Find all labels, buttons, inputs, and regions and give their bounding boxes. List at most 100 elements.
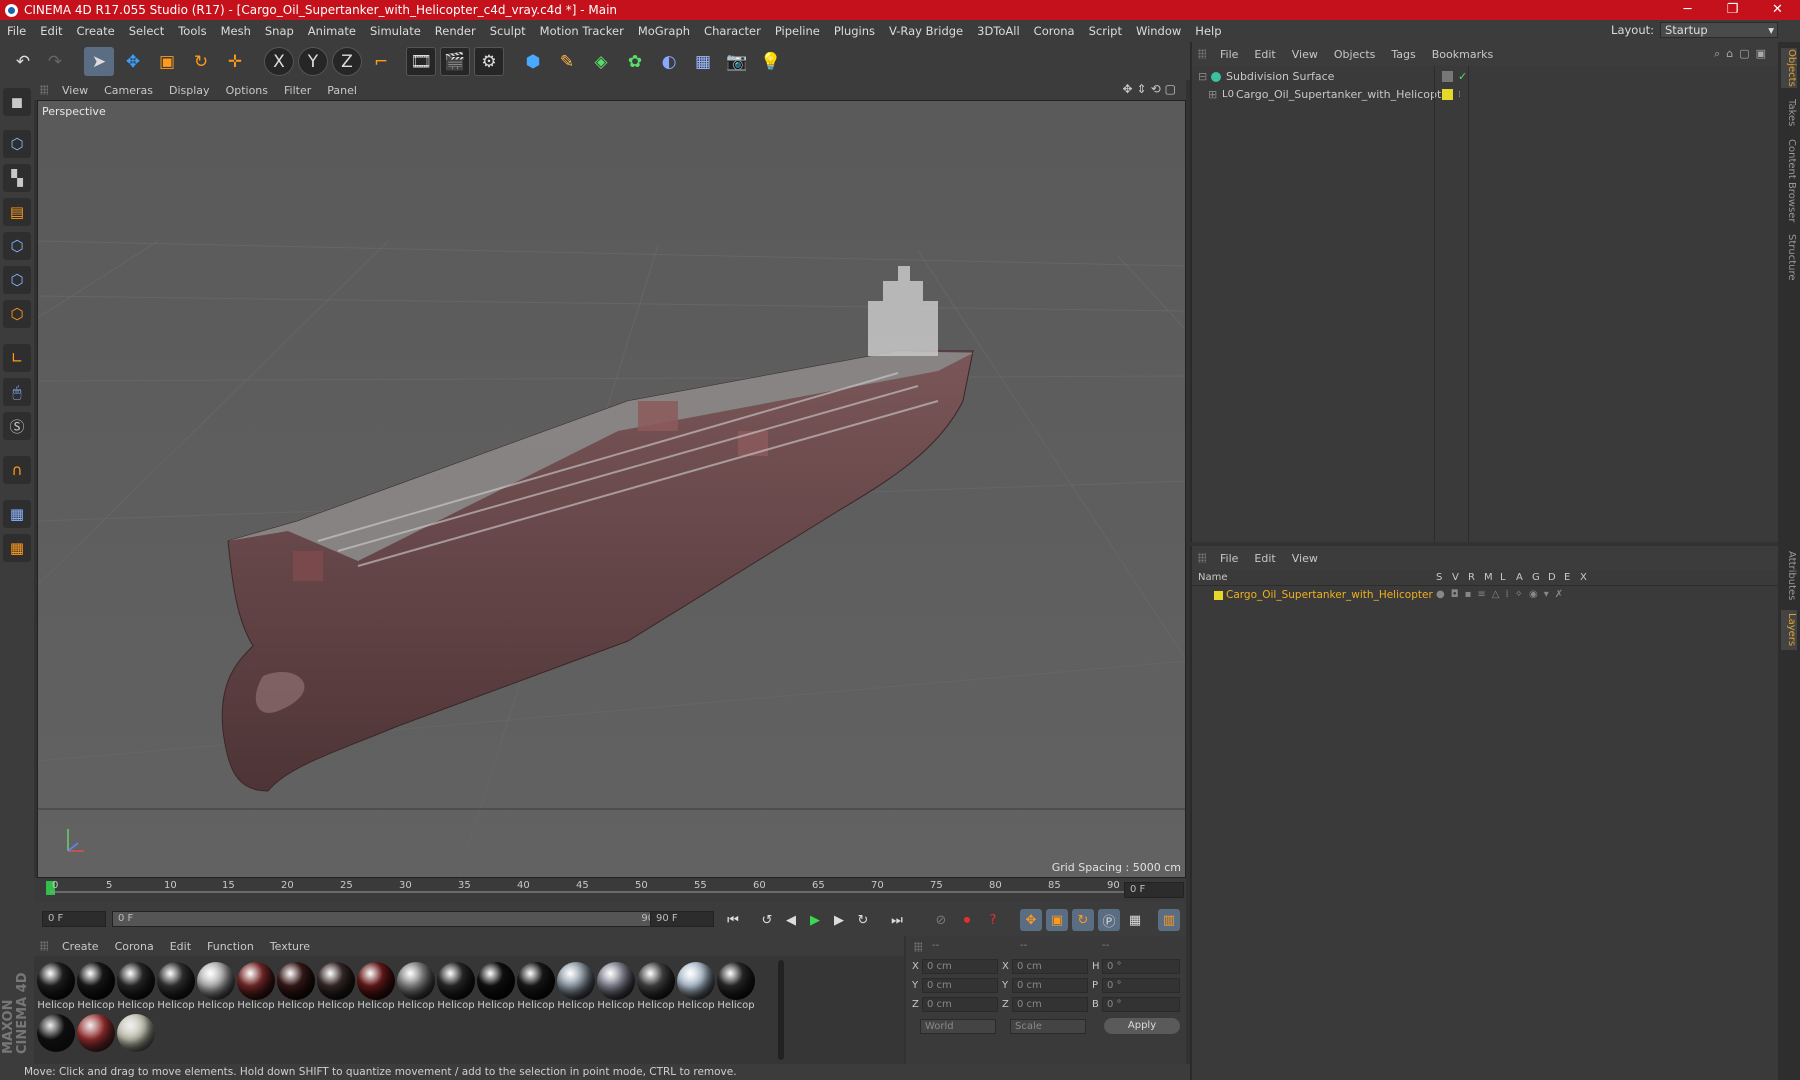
- redo-icon[interactable]: ↷: [40, 47, 70, 76]
- make-editable-icon[interactable]: ◼: [3, 88, 31, 116]
- workplane-mode-icon[interactable]: ▤: [3, 198, 31, 226]
- viewport-menu-panel[interactable]: Panel: [319, 84, 365, 97]
- menu-help[interactable]: Help: [1188, 24, 1228, 38]
- z-axis-icon[interactable]: Z: [332, 47, 362, 76]
- scale-icon[interactable]: ▣: [152, 47, 182, 76]
- viewport-menu-options[interactable]: Options: [218, 84, 276, 97]
- objects-menu-view[interactable]: View: [1284, 48, 1326, 61]
- model-mode-icon[interactable]: ⬡: [3, 130, 31, 158]
- layout-select[interactable]: Startup ▾: [1660, 22, 1778, 38]
- viewport-menu-cameras[interactable]: Cameras: [96, 84, 161, 97]
- move-icon[interactable]: ✥: [118, 47, 148, 76]
- material-menu-create[interactable]: Create: [54, 940, 107, 953]
- maximize-button[interactable]: ❐: [1710, 0, 1755, 20]
- menu-create[interactable]: Create: [70, 24, 122, 38]
- visibility-dots-icon[interactable]: ⁞: [1458, 86, 1461, 104]
- menu-character[interactable]: Character: [697, 24, 768, 38]
- play-icon[interactable]: ▶: [804, 909, 826, 931]
- viewport-menu-filter[interactable]: Filter: [276, 84, 319, 97]
- tab-objects[interactable]: Objects: [1781, 48, 1797, 88]
- array-icon[interactable]: ✿: [620, 47, 650, 76]
- live-select-icon[interactable]: ✛: [220, 47, 250, 76]
- material-swatch[interactable]: Helicop: [716, 962, 756, 1014]
- material-swatch[interactable]: Helicop: [476, 962, 516, 1014]
- material-swatch[interactable]: Helicop: [556, 962, 596, 1014]
- key-position-icon[interactable]: ✥: [1020, 909, 1042, 931]
- material-swatch[interactable]: Helicop: [36, 962, 76, 1014]
- close-button[interactable]: ✕: [1755, 0, 1800, 20]
- next-frame-icon[interactable]: ▶: [828, 909, 850, 931]
- key-rotation-icon[interactable]: ↻: [1072, 909, 1094, 931]
- start-frame-field[interactable]: 0 F: [42, 911, 106, 927]
- material-menu-corona[interactable]: Corona: [107, 940, 162, 953]
- size-y-field[interactable]: 0 cm: [1012, 978, 1088, 993]
- material-swatch[interactable]: Helicop: [116, 962, 156, 1014]
- menu-simulate[interactable]: Simulate: [363, 24, 428, 38]
- pen-spline-icon[interactable]: ✎: [552, 47, 582, 76]
- material-swatch[interactable]: Helicop: [276, 962, 316, 1014]
- material-swatch[interactable]: Helicop: [676, 962, 716, 1014]
- material-swatch[interactable]: Helicop: [436, 962, 476, 1014]
- menu-3dtoall[interactable]: 3DToAll: [970, 24, 1027, 38]
- tab-attributes[interactable]: Attributes: [1781, 548, 1797, 604]
- material-swatch[interactable]: Helicop: [596, 962, 636, 1014]
- layers-menu-view[interactable]: View: [1284, 552, 1326, 565]
- workplane-lock-icon[interactable]: ▦: [3, 534, 31, 562]
- x-axis-icon[interactable]: X: [264, 47, 294, 76]
- viewport-menu-display[interactable]: Display: [161, 84, 218, 97]
- objects-menu-bookmarks[interactable]: Bookmarks: [1424, 48, 1501, 61]
- material-swatch[interactable]: Helicop: [316, 962, 356, 1014]
- menu-file[interactable]: File: [0, 24, 33, 38]
- menu-pipeline[interactable]: Pipeline: [768, 24, 827, 38]
- keyframe-selection-icon[interactable]: ?: [982, 909, 1004, 931]
- viewport-nav-icons[interactable]: ✥⇕⟲▢: [1122, 82, 1180, 96]
- record-keys-icon[interactable]: ⊘: [930, 909, 952, 931]
- coord-mode-select[interactable]: World: [920, 1019, 996, 1034]
- position-x-field[interactable]: 0 cm: [922, 959, 998, 974]
- frame-range-slider[interactable]: 0 F 90 F: [112, 911, 672, 927]
- perspective-viewport[interactable]: Perspective Grid Spacing : 5000 cm: [37, 100, 1186, 878]
- y-axis-icon[interactable]: Y: [298, 47, 328, 76]
- material-swatch[interactable]: Helicop: [236, 962, 276, 1014]
- previous-key-icon[interactable]: ↺: [756, 909, 778, 931]
- material-swatch[interactable]: Helicop: [156, 962, 196, 1014]
- layers-menu-edit[interactable]: Edit: [1246, 552, 1283, 565]
- points-mode-icon[interactable]: ⬡: [3, 232, 31, 260]
- edges-mode-icon[interactable]: ⬡: [3, 266, 31, 294]
- tab-layers[interactable]: Layers: [1781, 610, 1797, 650]
- undo-icon[interactable]: ↶: [8, 47, 38, 76]
- material-swatch[interactable]: Helicop: [76, 962, 116, 1014]
- grid-lock-icon[interactable]: ▦: [3, 500, 31, 528]
- go-to-start-icon[interactable]: ⏮: [722, 909, 744, 931]
- objects-menu-tags[interactable]: Tags: [1383, 48, 1423, 61]
- menu-select[interactable]: Select: [122, 24, 171, 38]
- snap-magnet-icon[interactable]: ∩: [3, 456, 31, 484]
- material-swatch[interactable]: Helicop: [636, 962, 676, 1014]
- timeline-window-icon[interactable]: ▥: [1158, 909, 1180, 931]
- enabled-check-icon[interactable]: ✓: [1458, 68, 1467, 86]
- current-frame-field[interactable]: 0 F: [1124, 882, 1184, 898]
- key-pla-icon[interactable]: ▦: [1124, 909, 1146, 931]
- autokey-icon[interactable]: ⏺: [956, 909, 978, 931]
- end-frame-field[interactable]: 90 F: [650, 911, 714, 927]
- menu-script[interactable]: Script: [1082, 24, 1129, 38]
- next-key-icon[interactable]: ↻: [852, 909, 874, 931]
- light-icon[interactable]: 💡: [756, 47, 786, 76]
- axis-mode-icon[interactable]: ∟: [3, 344, 31, 372]
- render-settings-icon[interactable]: ⚙: [474, 47, 504, 76]
- material-swatch[interactable]: [116, 1014, 156, 1066]
- material-menu-function[interactable]: Function: [199, 940, 262, 953]
- camera-icon[interactable]: 📷: [722, 47, 752, 76]
- tweak-mode-icon[interactable]: 🖱: [3, 378, 31, 406]
- menu-motion-tracker[interactable]: Motion Tracker: [533, 24, 631, 38]
- floor-icon[interactable]: ▦: [688, 47, 718, 76]
- size-x-field[interactable]: 0 cm: [1012, 959, 1088, 974]
- key-parameter-icon[interactable]: Ⓟ: [1098, 909, 1120, 931]
- objects-menu-objects[interactable]: Objects: [1326, 48, 1384, 61]
- render-picture-icon[interactable]: 🎬: [440, 47, 470, 76]
- coord-scale-select[interactable]: Scale: [1010, 1019, 1086, 1034]
- cube-primitive-icon[interactable]: ⬢: [518, 47, 548, 76]
- position-z-field[interactable]: 0 cm: [922, 997, 998, 1012]
- polygons-mode-icon[interactable]: ⬡: [3, 300, 31, 328]
- apply-button[interactable]: Apply: [1104, 1018, 1180, 1034]
